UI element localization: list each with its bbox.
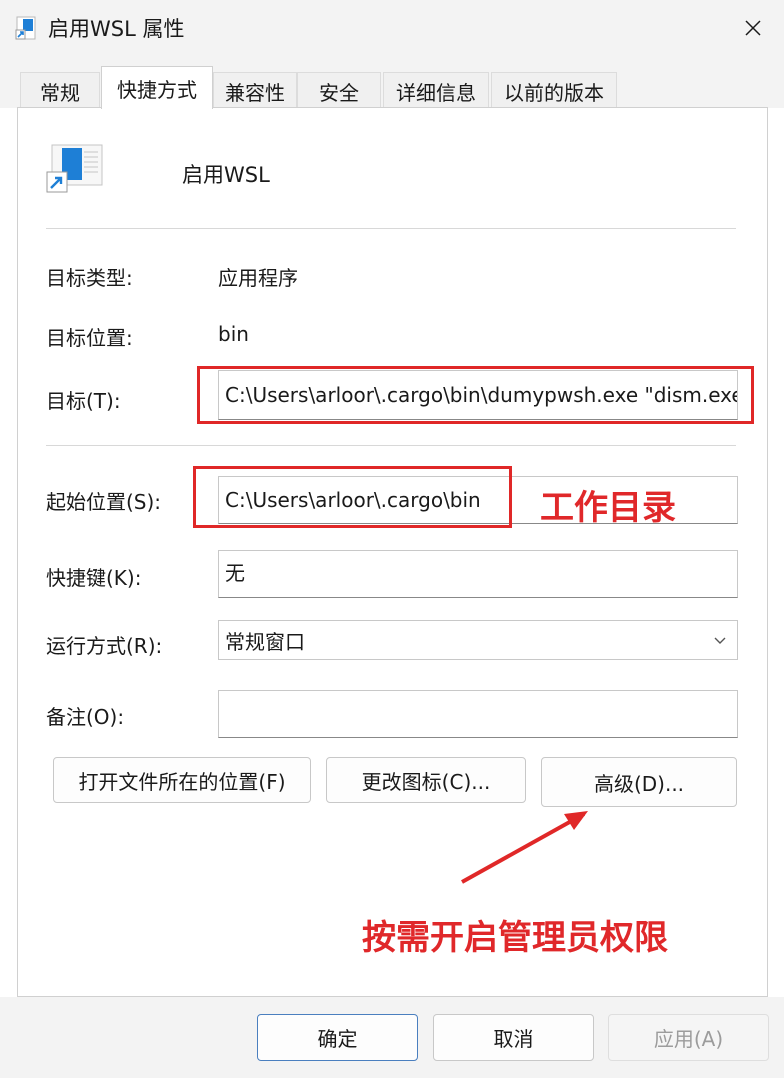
admin-note-annotation: 按需开启管理员权限 bbox=[362, 918, 668, 958]
target-type-label: 目标类型: bbox=[46, 266, 133, 290]
target-label: 目标(T): bbox=[46, 389, 121, 413]
close-icon bbox=[745, 20, 761, 36]
hotkey-input[interactable]: 无 bbox=[218, 550, 738, 598]
run-select-value: 常规窗口 bbox=[225, 629, 305, 654]
open-file-location-button[interactable]: 打开文件所在的位置(F) bbox=[53, 757, 311, 803]
ok-button[interactable]: 确定 bbox=[257, 1014, 418, 1061]
tab-security[interactable]: 安全 bbox=[297, 72, 381, 109]
target-location-value: bin bbox=[218, 322, 249, 346]
shortcut-name: 启用WSL bbox=[182, 163, 270, 187]
shortcut-app-icon bbox=[15, 16, 36, 40]
annotation-arrow-icon bbox=[461, 811, 588, 884]
chevron-down-icon bbox=[714, 637, 726, 644]
window-title: 启用WSL 属性 bbox=[48, 17, 185, 41]
run-select[interactable]: 常规窗口 bbox=[218, 620, 738, 660]
close-button[interactable] bbox=[724, 2, 782, 54]
title-bar: 启用WSL 属性 bbox=[0, 0, 784, 58]
apply-button[interactable]: 应用(A) bbox=[608, 1014, 769, 1061]
target-location-label: 目标位置: bbox=[46, 326, 133, 350]
tab-details[interactable]: 详细信息 bbox=[383, 72, 489, 109]
tab-compatibility[interactable]: 兼容性 bbox=[213, 72, 297, 109]
run-label: 运行方式(R): bbox=[46, 634, 163, 658]
change-icon-button[interactable]: 更改图标(C)... bbox=[326, 757, 526, 803]
divider bbox=[46, 445, 736, 446]
shortcut-large-icon bbox=[46, 144, 103, 193]
target-highlight-box bbox=[197, 366, 754, 424]
working-dir-annotation: 工作目录 bbox=[540, 488, 676, 528]
comment-input[interactable] bbox=[218, 690, 738, 738]
start-in-highlight-box bbox=[193, 466, 512, 528]
comment-label: 备注(O): bbox=[46, 705, 125, 729]
tab-previous-versions[interactable]: 以前的版本 bbox=[491, 72, 617, 109]
divider bbox=[46, 228, 736, 229]
hotkey-label: 快捷键(K): bbox=[46, 566, 142, 590]
tab-shortcut[interactable]: 快捷方式 bbox=[101, 66, 213, 109]
target-type-value: 应用程序 bbox=[218, 266, 298, 290]
cancel-button[interactable]: 取消 bbox=[433, 1014, 594, 1061]
tab-general[interactable]: 常规 bbox=[20, 72, 100, 109]
tab-strip: 常规 快捷方式 兼容性 安全 详细信息 以前的版本 bbox=[0, 58, 784, 109]
start-in-label: 起始位置(S): bbox=[46, 490, 162, 514]
